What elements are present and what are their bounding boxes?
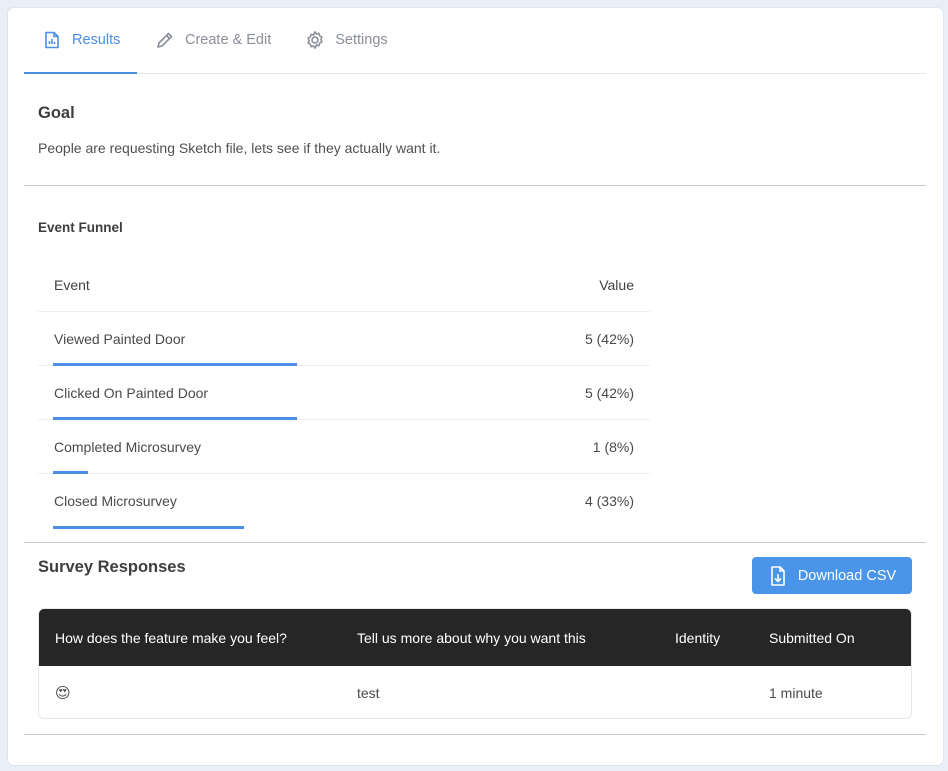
funnel-value: 5 (42%) (584, 384, 634, 401)
tab-settings[interactable]: Settings (287, 7, 403, 73)
funnel-row: Closed Microsurvey 4 (33%) (38, 474, 650, 529)
col-feel: How does the feature make you feel? (55, 629, 287, 646)
funnel-event: Clicked On Painted Door (54, 384, 209, 401)
table-header: How does the feature make you feel? Tell… (39, 609, 911, 666)
gear-icon (305, 30, 325, 50)
goal-text: People are requesting Sketch file, lets … (38, 140, 441, 156)
tab-create-edit-label: Create & Edit (185, 32, 272, 48)
tab-results-label: Results (72, 32, 121, 48)
col-event: Event (54, 276, 90, 293)
funnel-row: Completed Microsurvey 1 (8%) (38, 420, 650, 474)
cell-feel: 😍 (55, 684, 71, 702)
survey-responses-table: How does the feature make you feel? Tell… (38, 608, 912, 719)
funnel-value: 4 (33%) (584, 493, 634, 509)
funnel-event: Viewed Painted Door (54, 330, 186, 347)
report-icon (42, 30, 62, 50)
funnel-row: Viewed Painted Door 5 (42%) (38, 312, 650, 366)
col-submitted: Submitted On (769, 629, 855, 646)
table-row: 😍 test 1 minute (39, 666, 911, 718)
pencil-icon (155, 30, 175, 50)
tab-results[interactable]: Results (24, 7, 137, 74)
tab-settings-label: Settings (335, 32, 388, 48)
funnel-value: 5 (42%) (584, 330, 634, 347)
survey-title: Survey Responses (38, 558, 186, 576)
col-value: Value (599, 276, 634, 293)
cell-why: test (357, 685, 380, 701)
divider (24, 542, 926, 543)
col-identity: Identity (675, 629, 721, 646)
funnel-event: Closed Microsurvey (54, 493, 177, 509)
download-csv-label: Download CSV (797, 567, 897, 584)
funnel-title: Event Funnel (38, 220, 123, 235)
divider (24, 185, 926, 186)
funnel-row: Clicked On Painted Door 5 (42%) (38, 366, 650, 420)
results-card: Results Create & Edit Settings Goal Peop… (8, 8, 943, 765)
col-why: Tell us more about why you want this (357, 629, 586, 646)
goal-title: Goal (38, 104, 75, 122)
funnel-header: Event Value (38, 258, 650, 312)
tab-bar: Results Create & Edit Settings (24, 8, 926, 74)
event-funnel-table: Event Value Viewed Painted Door 5 (42%) … (38, 258, 650, 529)
divider (24, 734, 926, 735)
download-file-icon (768, 565, 788, 587)
cell-submitted: 1 minute (769, 685, 823, 701)
funnel-value: 1 (8%) (592, 438, 634, 455)
tab-create-edit[interactable]: Create & Edit (137, 7, 287, 73)
funnel-bar (53, 526, 244, 529)
download-csv-button[interactable]: Download CSV (752, 557, 912, 594)
funnel-event: Completed Microsurvey (54, 438, 202, 455)
